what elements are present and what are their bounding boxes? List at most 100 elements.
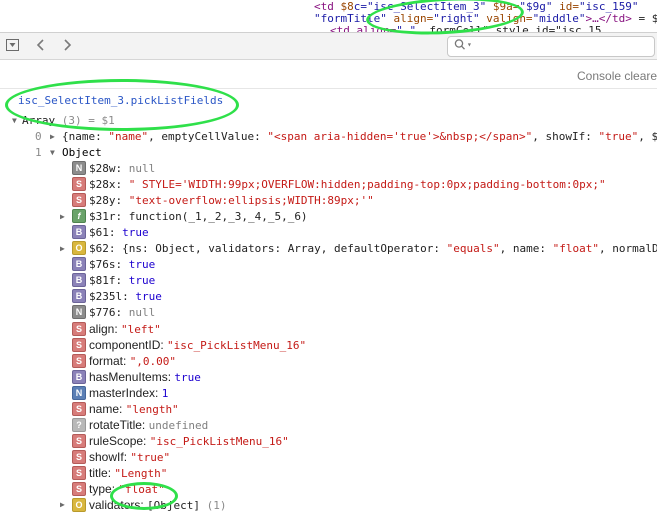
object-property[interactable]: f $31r: function(_1,_2,_3,_4,_5,_6) bbox=[72, 209, 308, 226]
dom-line-3[interactable]: <td align="…" …formCell" style id="isc_1… bbox=[330, 25, 602, 33]
chevron-right-icon[interactable] bbox=[58, 37, 76, 55]
type-badge-icon: O bbox=[72, 241, 86, 255]
array-item-1-label[interactable]: Object bbox=[62, 146, 102, 162]
console-filter-box[interactable]: ▾ bbox=[447, 36, 655, 57]
property-value: "float" bbox=[118, 483, 165, 496]
value-token: , $ bbox=[638, 130, 657, 143]
type-badge-icon: B bbox=[72, 289, 86, 303]
property-key: rotateTitle bbox=[89, 418, 142, 432]
property-value: "text-overflow:ellipsis;WIDTH:89px;'" bbox=[128, 194, 374, 207]
property-separator: : bbox=[122, 290, 136, 303]
property-key: $76s bbox=[89, 258, 116, 271]
property-separator: : bbox=[119, 402, 126, 416]
type-badge-icon: N bbox=[72, 305, 86, 319]
console-toolbar: ▾ bbox=[0, 33, 657, 60]
object-property[interactable]: B $235l: true bbox=[72, 289, 162, 306]
object-property[interactable]: SruleScope: "isc_PickListMenu_16" bbox=[72, 434, 289, 450]
property-value: null bbox=[128, 162, 156, 175]
type-badge-icon: f bbox=[72, 209, 86, 223]
object-property[interactable]: SshowIf: "true" bbox=[72, 450, 170, 466]
value-token: : bbox=[95, 130, 109, 143]
result-summary-row[interactable]: Array (3) = $1 bbox=[22, 114, 115, 130]
property-key: name bbox=[89, 402, 120, 416]
type-badge-icon: S bbox=[72, 482, 86, 496]
search-icon bbox=[454, 38, 466, 56]
property-separator: : bbox=[123, 354, 130, 368]
property-key: validators bbox=[89, 498, 141, 512]
object-property[interactable]: BhasMenuItems: true bbox=[72, 370, 201, 386]
type-badge-icon: S bbox=[72, 434, 86, 448]
property-separator: : bbox=[115, 194, 129, 207]
value-token: : bbox=[254, 130, 268, 143]
dom-token: …formCell" style id="isc_15 bbox=[422, 24, 602, 33]
disclosure-triangle-collapsed[interactable]: ▶ bbox=[60, 498, 65, 512]
result-type-label: Array bbox=[22, 114, 56, 127]
property-value: (1) bbox=[200, 499, 227, 512]
object-property[interactable]: Ovalidators: [Object] (1) bbox=[72, 498, 227, 514]
property-value: undefined bbox=[148, 419, 209, 432]
object-property[interactable]: N $776: null bbox=[72, 305, 155, 322]
object-property[interactable]: ScomponentID: "isc_PickListMenu_16" bbox=[72, 338, 306, 354]
dom-token: = $ bbox=[631, 12, 657, 25]
property-key: type bbox=[89, 482, 112, 496]
property-key: $62 bbox=[89, 242, 109, 255]
property-key: title bbox=[89, 466, 108, 480]
divider bbox=[0, 88, 657, 89]
property-key: $235l bbox=[89, 290, 123, 303]
type-badge-icon: N bbox=[72, 386, 86, 400]
type-badge-icon: S bbox=[72, 466, 86, 480]
object-property[interactable]: S $28x: " STYLE='WIDTH:99px;OVERFLOW:hidd… bbox=[72, 177, 606, 194]
object-property[interactable]: Sname: "length" bbox=[72, 402, 179, 418]
type-badge-icon: S bbox=[72, 193, 86, 207]
property-value: "left" bbox=[121, 323, 161, 336]
object-property[interactable]: S $28y: "text-overflow:ellipsis;WIDTH:89p… bbox=[72, 193, 374, 210]
property-separator: : bbox=[155, 386, 162, 400]
value-token: { bbox=[62, 130, 69, 143]
object-property[interactable]: NmasterIndex: 1 bbox=[72, 386, 168, 402]
property-value: "true" bbox=[130, 451, 171, 464]
property-separator: : bbox=[115, 274, 129, 287]
property-key: align bbox=[89, 322, 115, 336]
type-badge-icon: S bbox=[72, 177, 86, 191]
object-property[interactable]: B $76s: true bbox=[72, 257, 155, 274]
type-badge-icon: S bbox=[72, 322, 86, 336]
property-value: function(_1,_2,_3,_4,_5,_6) bbox=[128, 210, 308, 223]
property-value: , name: bbox=[499, 242, 553, 255]
dom-token bbox=[416, 24, 423, 32]
value-token: "true" bbox=[598, 130, 639, 143]
disclosure-triangle-collapsed[interactable]: ▶ bbox=[60, 210, 65, 224]
property-key: $61 bbox=[89, 226, 109, 239]
object-property[interactable]: Salign: "left" bbox=[72, 322, 161, 338]
chevron-left-icon[interactable] bbox=[32, 37, 50, 55]
disclosure-triangle-expanded[interactable]: ▼ bbox=[50, 146, 55, 160]
object-property[interactable]: ? rotateTitle: undefined bbox=[72, 418, 208, 434]
property-value: true bbox=[135, 290, 162, 303]
console-filter-input[interactable] bbox=[478, 38, 652, 55]
array-item-0[interactable]: {name: "name", emptyCellValue: "<span ar… bbox=[62, 130, 657, 146]
property-separator: : bbox=[115, 306, 129, 319]
object-property[interactable]: Stype: "float" bbox=[72, 482, 165, 498]
type-badge-icon: B bbox=[72, 257, 86, 271]
property-value: "isc_PickListMenu_16" bbox=[149, 435, 289, 448]
result-ref: = $1 bbox=[81, 114, 115, 127]
disclosure-triangle-collapsed[interactable]: ▶ bbox=[50, 130, 55, 144]
object-property[interactable]: Stitle: "Length" bbox=[72, 466, 167, 482]
property-key: $81f bbox=[89, 274, 116, 287]
type-badge-icon: S bbox=[72, 338, 86, 352]
disclosure-triangle-expanded[interactable]: ▼ bbox=[12, 114, 17, 128]
filter-dropdown-icon[interactable] bbox=[4, 37, 22, 55]
property-separator: : bbox=[115, 162, 129, 175]
object-property[interactable]: B $61: true bbox=[72, 225, 149, 242]
result-count: (3) bbox=[55, 114, 82, 127]
property-separator: : bbox=[115, 210, 129, 223]
object-property[interactable]: O $62: {ns: Object, validators: Array, de… bbox=[72, 241, 657, 258]
object-property[interactable]: N $28w: null bbox=[72, 161, 156, 178]
disclosure-triangle-collapsed[interactable]: ▶ bbox=[60, 242, 65, 256]
dom-elements-strip: <td $8c="isc_SelectItem_3" $9a="$9g" id=… bbox=[0, 0, 657, 33]
dom-token: <td align= bbox=[330, 24, 397, 33]
object-property[interactable]: B $81f: true bbox=[72, 273, 155, 290]
object-property[interactable]: Sformat: ",0.00" bbox=[72, 354, 176, 370]
console-command[interactable]: isc_SelectItem_3.pickListFields bbox=[18, 94, 223, 107]
value-token: , bbox=[532, 130, 546, 143]
chevron-down-icon[interactable]: ▾ bbox=[467, 40, 472, 49]
